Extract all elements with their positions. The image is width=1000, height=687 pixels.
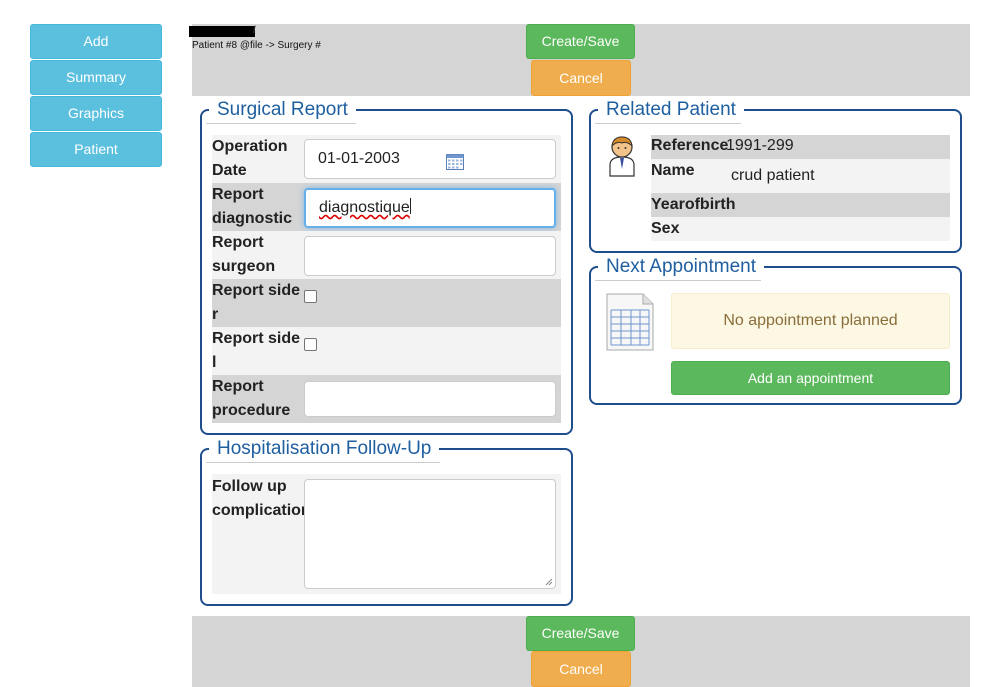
patient-row-name: Name crud patient: [651, 159, 950, 193]
operation-date-value: 01-01-2003: [318, 150, 400, 167]
field-label: Report side l: [212, 330, 301, 371]
field-label: Report procedure: [212, 378, 291, 419]
form-row-follow-up-complication: Follow up complication: [212, 474, 561, 594]
report-surgeon-input[interactable]: [304, 236, 556, 276]
redacted-breadcrumb-block: [189, 26, 255, 37]
report-diagnostic-value: diagnostique: [319, 199, 410, 216]
surgical-report-section: Surgical Report Operation Date 01-01-200…: [200, 99, 573, 435]
create-save-button-top[interactable]: Create/Save: [526, 24, 635, 59]
name-value: crud patient: [731, 167, 815, 184]
report-side-l-checkbox[interactable]: [304, 338, 317, 351]
reference-value: 1991-299: [726, 137, 794, 154]
related-patient-legend: Related Patient: [598, 99, 744, 121]
field-label: Report surgeon: [212, 234, 276, 275]
nav-add-button[interactable]: Add: [30, 24, 162, 59]
text-caret: [409, 198, 411, 214]
form-row-report-surgeon: Report surgeon: [212, 231, 561, 279]
patient-row-sex: Sex: [651, 217, 950, 241]
info-key: Yearofbirth: [651, 196, 736, 213]
form-row-report-procedure: Report procedure: [212, 375, 561, 423]
operation-date-input[interactable]: 01-01-2003: [304, 139, 556, 179]
info-key: Reference: [651, 137, 729, 154]
create-save-button-bottom[interactable]: Create/Save: [526, 616, 635, 651]
related-patient-section: Related Patient Reference 1991-299 Name …: [589, 99, 962, 253]
form-row-operation-date: Operation Date 01-01-2003: [212, 135, 561, 183]
field-label: Report diagnostic: [212, 186, 293, 227]
field-label: Report side r: [212, 282, 301, 323]
side-nav: Add Summary Graphics Patient: [30, 24, 162, 168]
calendar-sheet-icon: [606, 293, 654, 351]
breadcrumb-separator: /: [253, 25, 256, 36]
legend-underline: [595, 280, 761, 281]
nav-graphics-button[interactable]: Graphics: [30, 96, 162, 131]
follow-up-complication-textarea[interactable]: [304, 479, 556, 589]
info-key: Sex: [651, 220, 680, 237]
cancel-button-top[interactable]: Cancel: [531, 60, 631, 96]
legend-underline: [595, 123, 741, 124]
form-row-report-diagnostic: Report diagnostic diagnostique: [212, 183, 561, 231]
legend-underline: [206, 123, 356, 124]
breadcrumb: Patient #8 @file -> Surgery #: [192, 40, 321, 51]
patient-row-reference: Reference 1991-299: [651, 135, 950, 159]
report-side-r-checkbox[interactable]: [304, 290, 317, 303]
add-appointment-button[interactable]: Add an appointment: [671, 361, 950, 395]
report-procedure-input[interactable]: [304, 381, 556, 417]
field-label: Operation Date: [212, 138, 288, 179]
top-action-bar: / Patient #8 @file -> Surgery # Create/S…: [189, 24, 970, 96]
bottom-action-bar: Create/Save Cancel: [192, 616, 970, 687]
hospitalisation-section: Hospitalisation Follow-Up Follow up comp…: [200, 438, 573, 606]
hospitalisation-legend: Hospitalisation Follow-Up: [209, 438, 440, 460]
cancel-button-bottom[interactable]: Cancel: [531, 651, 631, 687]
form-row-report-side-l: Report side l: [212, 327, 561, 375]
calendar-icon[interactable]: [446, 154, 464, 170]
legend-underline: [206, 462, 440, 463]
next-appointment-legend: Next Appointment: [598, 256, 764, 278]
resize-handle-icon[interactable]: [545, 578, 553, 586]
form-row-report-side-r: Report side r: [212, 279, 561, 327]
report-diagnostic-input[interactable]: diagnostique: [304, 188, 556, 228]
field-label: Follow up complication: [212, 478, 311, 519]
patient-avatar-icon: [609, 136, 635, 177]
no-appointment-notice: No appointment planned: [671, 293, 950, 349]
surgical-report-legend: Surgical Report: [209, 99, 356, 121]
nav-summary-button[interactable]: Summary: [30, 60, 162, 95]
next-appointment-section: Next Appointment No appointment planned …: [589, 256, 962, 405]
nav-patient-button[interactable]: Patient: [30, 132, 162, 167]
info-key: Name: [651, 162, 695, 179]
patient-row-yearofbirth: Yearofbirth: [651, 193, 950, 217]
